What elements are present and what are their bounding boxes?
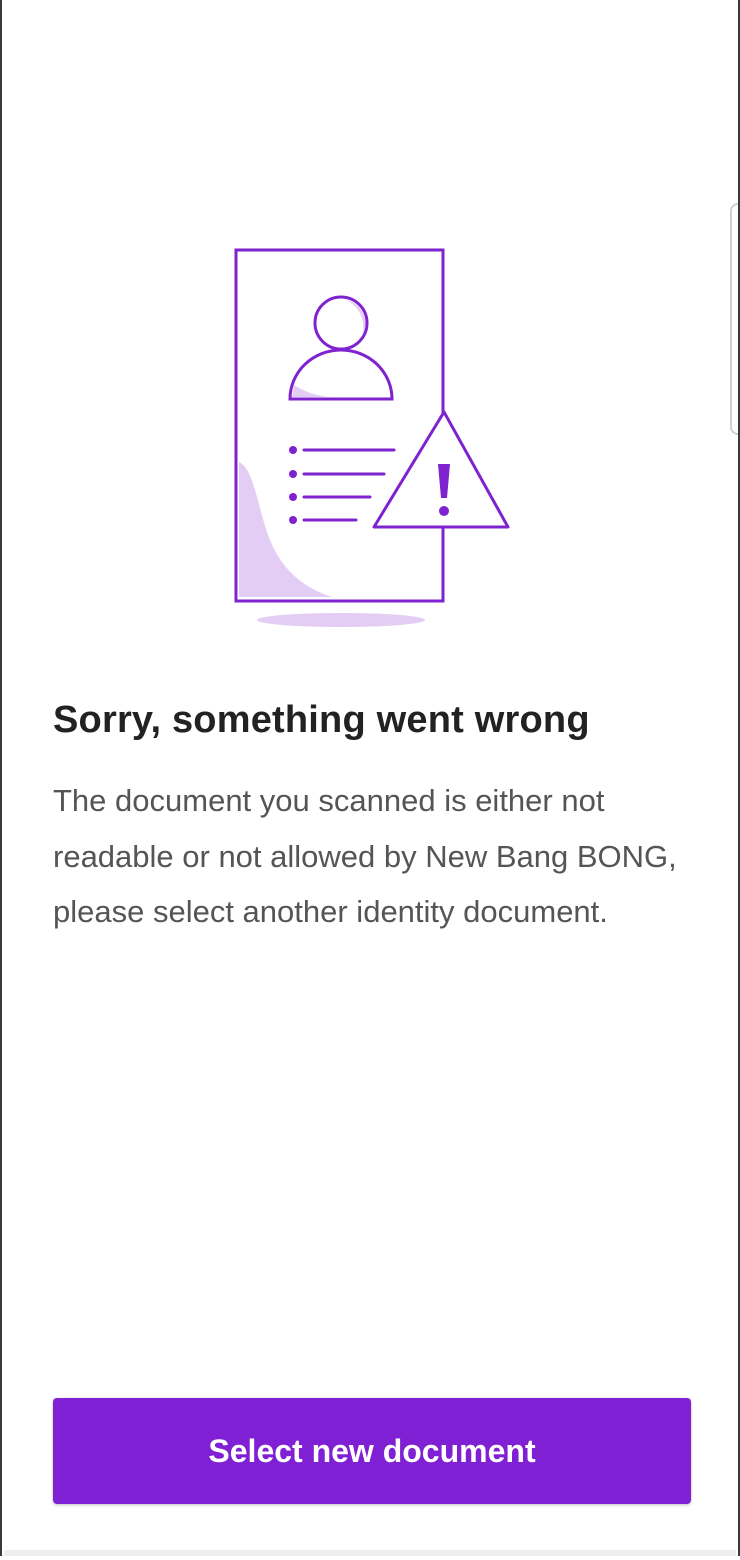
error-title: Sorry, something went wrong: [53, 699, 590, 741]
document-shade: [239, 462, 332, 597]
select-new-document-button[interactable]: Select new document: [53, 1398, 691, 1504]
error-message: The document you scanned is either not r…: [53, 783, 677, 929]
illustration-shadow: [257, 613, 425, 627]
bottom-bar: [4, 1550, 736, 1556]
document-warning-icon: [234, 248, 510, 627]
side-handle[interactable]: [730, 203, 738, 435]
text-list: [289, 446, 297, 524]
person-head: [313, 295, 369, 351]
screen: Sorry, something went wrong The document…: [0, 0, 740, 1556]
